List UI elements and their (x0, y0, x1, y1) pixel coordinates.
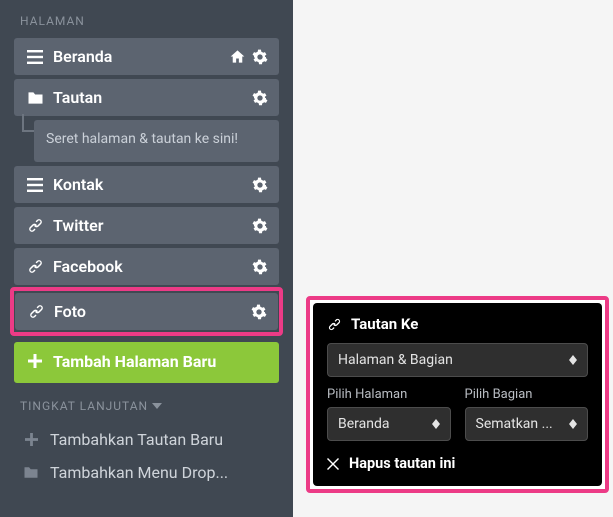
menu-icon (25, 178, 45, 192)
delete-link-button[interactable]: Hapus tautan ini (327, 453, 588, 472)
link-type-select[interactable]: Halaman & Bagian (327, 343, 588, 377)
advanced-item-label: Tambahkan Menu Drop... (50, 463, 228, 482)
link-type-value: Halaman & Bagian (338, 352, 453, 368)
gear-icon[interactable] (252, 177, 268, 193)
sidebar: HALAMAN Beranda Tautan Seret halaman & t… (0, 0, 293, 517)
close-icon (327, 458, 339, 470)
sidebar-section-label: HALAMAN (14, 8, 279, 38)
nav-item-twitter[interactable]: Twitter (14, 207, 279, 244)
nav-item-facebook[interactable]: Facebook (14, 248, 279, 285)
delete-link-label: Hapus tautan ini (349, 455, 455, 472)
nav-item-label: Kontak (53, 175, 252, 194)
add-page-label: Tambah Halaman Baru (53, 352, 268, 371)
gear-icon[interactable] (252, 259, 268, 275)
home-icon[interactable] (229, 49, 246, 64)
nav-item-kontak[interactable]: Kontak (14, 166, 279, 203)
section-select[interactable]: Sematkan ... (465, 407, 589, 441)
link-popover: Tautan Ke Halaman & Bagian Pilih Halaman… (313, 303, 602, 486)
page-select[interactable]: Beranda (327, 407, 451, 441)
advanced-section-label: TINGKAT LANJUTAN (20, 399, 148, 413)
add-page-button[interactable]: Tambah Halaman Baru (14, 342, 279, 383)
nav-item-label: Foto (54, 302, 251, 321)
link-icon (25, 217, 45, 234)
page-select-value: Beranda (338, 416, 389, 432)
updown-icon (432, 419, 440, 429)
plus-icon (18, 433, 44, 446)
gear-icon[interactable] (251, 304, 267, 320)
updown-icon (569, 419, 577, 429)
nav-item-tautan[interactable]: Tautan (14, 79, 279, 116)
link-icon (25, 258, 45, 275)
popover-title-text: Tautan Ke (351, 315, 418, 333)
link-popover-highlight: Tautan Ke Halaman & Bagian Pilih Halaman… (306, 296, 609, 493)
advanced-item-add-dropdown[interactable]: Tambahkan Menu Drop... (14, 456, 279, 489)
gear-icon[interactable] (252, 90, 268, 106)
nav-item-label: Twitter (53, 216, 252, 235)
highlighted-nav-wrap: Foto (10, 287, 283, 336)
section-select-value: Sematkan ... (476, 416, 553, 432)
section-select-label: Pilih Bagian (465, 387, 589, 402)
folder-icon (25, 91, 45, 105)
plus-icon (25, 354, 45, 368)
link-icon (327, 317, 343, 332)
page-select-label: Pilih Halaman (327, 387, 451, 402)
gear-icon[interactable] (252, 218, 268, 234)
advanced-item-add-link[interactable]: Tambahkan Tautan Baru (14, 423, 279, 456)
popover-title: Tautan Ke (327, 315, 588, 333)
drop-target-hint[interactable]: Seret halaman & tautan ke sini! (34, 120, 279, 162)
nav-item-label: Tautan (53, 88, 252, 107)
gear-icon[interactable] (252, 49, 268, 65)
updown-icon (569, 355, 577, 365)
nav-item-label: Facebook (53, 257, 252, 276)
menu-icon (25, 50, 45, 64)
nav-item-foto[interactable]: Foto (15, 293, 278, 330)
chevron-down-icon (152, 403, 162, 409)
advanced-item-label: Tambahkan Tautan Baru (50, 430, 223, 449)
advanced-section-toggle[interactable]: TINGKAT LANJUTAN (14, 395, 279, 423)
nav-item-beranda[interactable]: Beranda (14, 38, 279, 75)
link-icon (26, 303, 46, 320)
nav-item-label: Beranda (53, 47, 229, 66)
folder-icon (18, 466, 44, 479)
